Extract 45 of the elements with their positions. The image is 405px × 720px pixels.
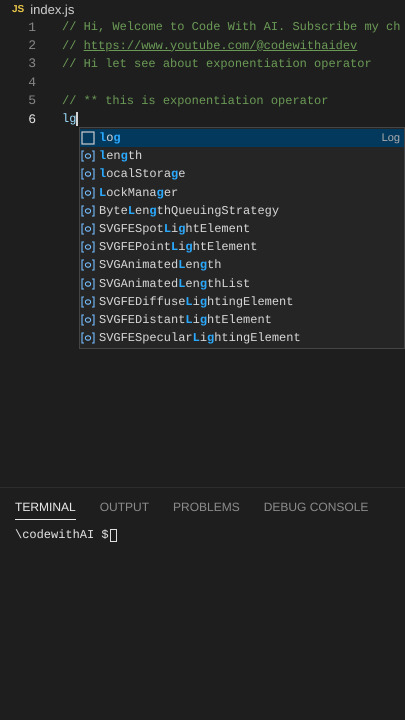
suggestion-item[interactable]: SVGFEPointLightElement — [80, 238, 404, 256]
suggestion-item[interactable]: SVGFEDistantLightElement — [80, 310, 404, 330]
panel-tab[interactable]: DEBUG CONSOLE — [264, 497, 368, 520]
javascript-file-icon: JS — [12, 4, 24, 14]
panel-tab[interactable]: OUTPUT — [100, 497, 150, 520]
suggestion-item[interactable]: SVGFESpotLightElement — [80, 220, 404, 238]
line-number: 4 — [27, 74, 36, 90]
terminal-prompt: \codewithAI $ — [15, 528, 109, 542]
suggestion-item[interactable]: LockManager — [80, 184, 404, 202]
code-comment: // Hi let see about exponentiation operator — [62, 56, 372, 71]
suggestion-item[interactable]: localStorage — [80, 165, 404, 184]
suggestion-item[interactable]: ByteLengthQueuingStrategy — [80, 202, 404, 220]
line-number: 3 — [27, 56, 36, 72]
code-text: lg — [62, 112, 78, 126]
suggestion-item[interactable]: SVGAnimatedLengthList — [80, 274, 404, 293]
suggestion-item[interactable]: SVGFEDiffuseLightingElement — [80, 292, 404, 311]
text-icon — [81, 131, 95, 146]
line-number: 6 — [27, 112, 36, 127]
variable-icon — [81, 150, 95, 162]
suggestion-item[interactable]: SVGFESpecularLightingElement — [80, 329, 404, 348]
line-number: 1 — [27, 20, 36, 35]
variable-icon — [81, 204, 95, 217]
file-tab[interactable]: index.js — [30, 2, 74, 16]
variable-icon — [81, 332, 95, 344]
variable-icon — [81, 186, 95, 199]
variable-icon — [81, 241, 95, 254]
panel-tab[interactable]: PROBLEMS — [173, 497, 240, 520]
panel-tab[interactable]: TERMINAL — [15, 497, 76, 520]
suggestion-item[interactable]: log Log — [80, 129, 404, 148]
suggestion-item[interactable]: SVGAnimatedLength — [80, 256, 404, 274]
code-comment: // ** this is exponentiation operator — [62, 94, 328, 108]
suggestion-item[interactable]: length — [80, 147, 404, 166]
variable-icon — [81, 168, 95, 180]
variable-icon — [81, 296, 95, 308]
terminal-cursor — [110, 528, 117, 542]
code-comment: // Hi, Welcome to Code With AI. Subscribe my ch — [62, 20, 400, 34]
variable-icon — [81, 223, 95, 236]
url-link[interactable]: https://www.youtube.com/@codewithaidev — [84, 38, 358, 53]
variable-icon — [81, 259, 95, 272]
line-number: 5 — [27, 93, 36, 108]
line-number: 2 — [27, 38, 36, 54]
code-comment: // https://www.youtube.com/@codewithaidev — [62, 38, 358, 53]
variable-icon — [81, 278, 95, 290]
variable-icon — [81, 314, 95, 326]
type-detail: Log — [382, 132, 400, 144]
